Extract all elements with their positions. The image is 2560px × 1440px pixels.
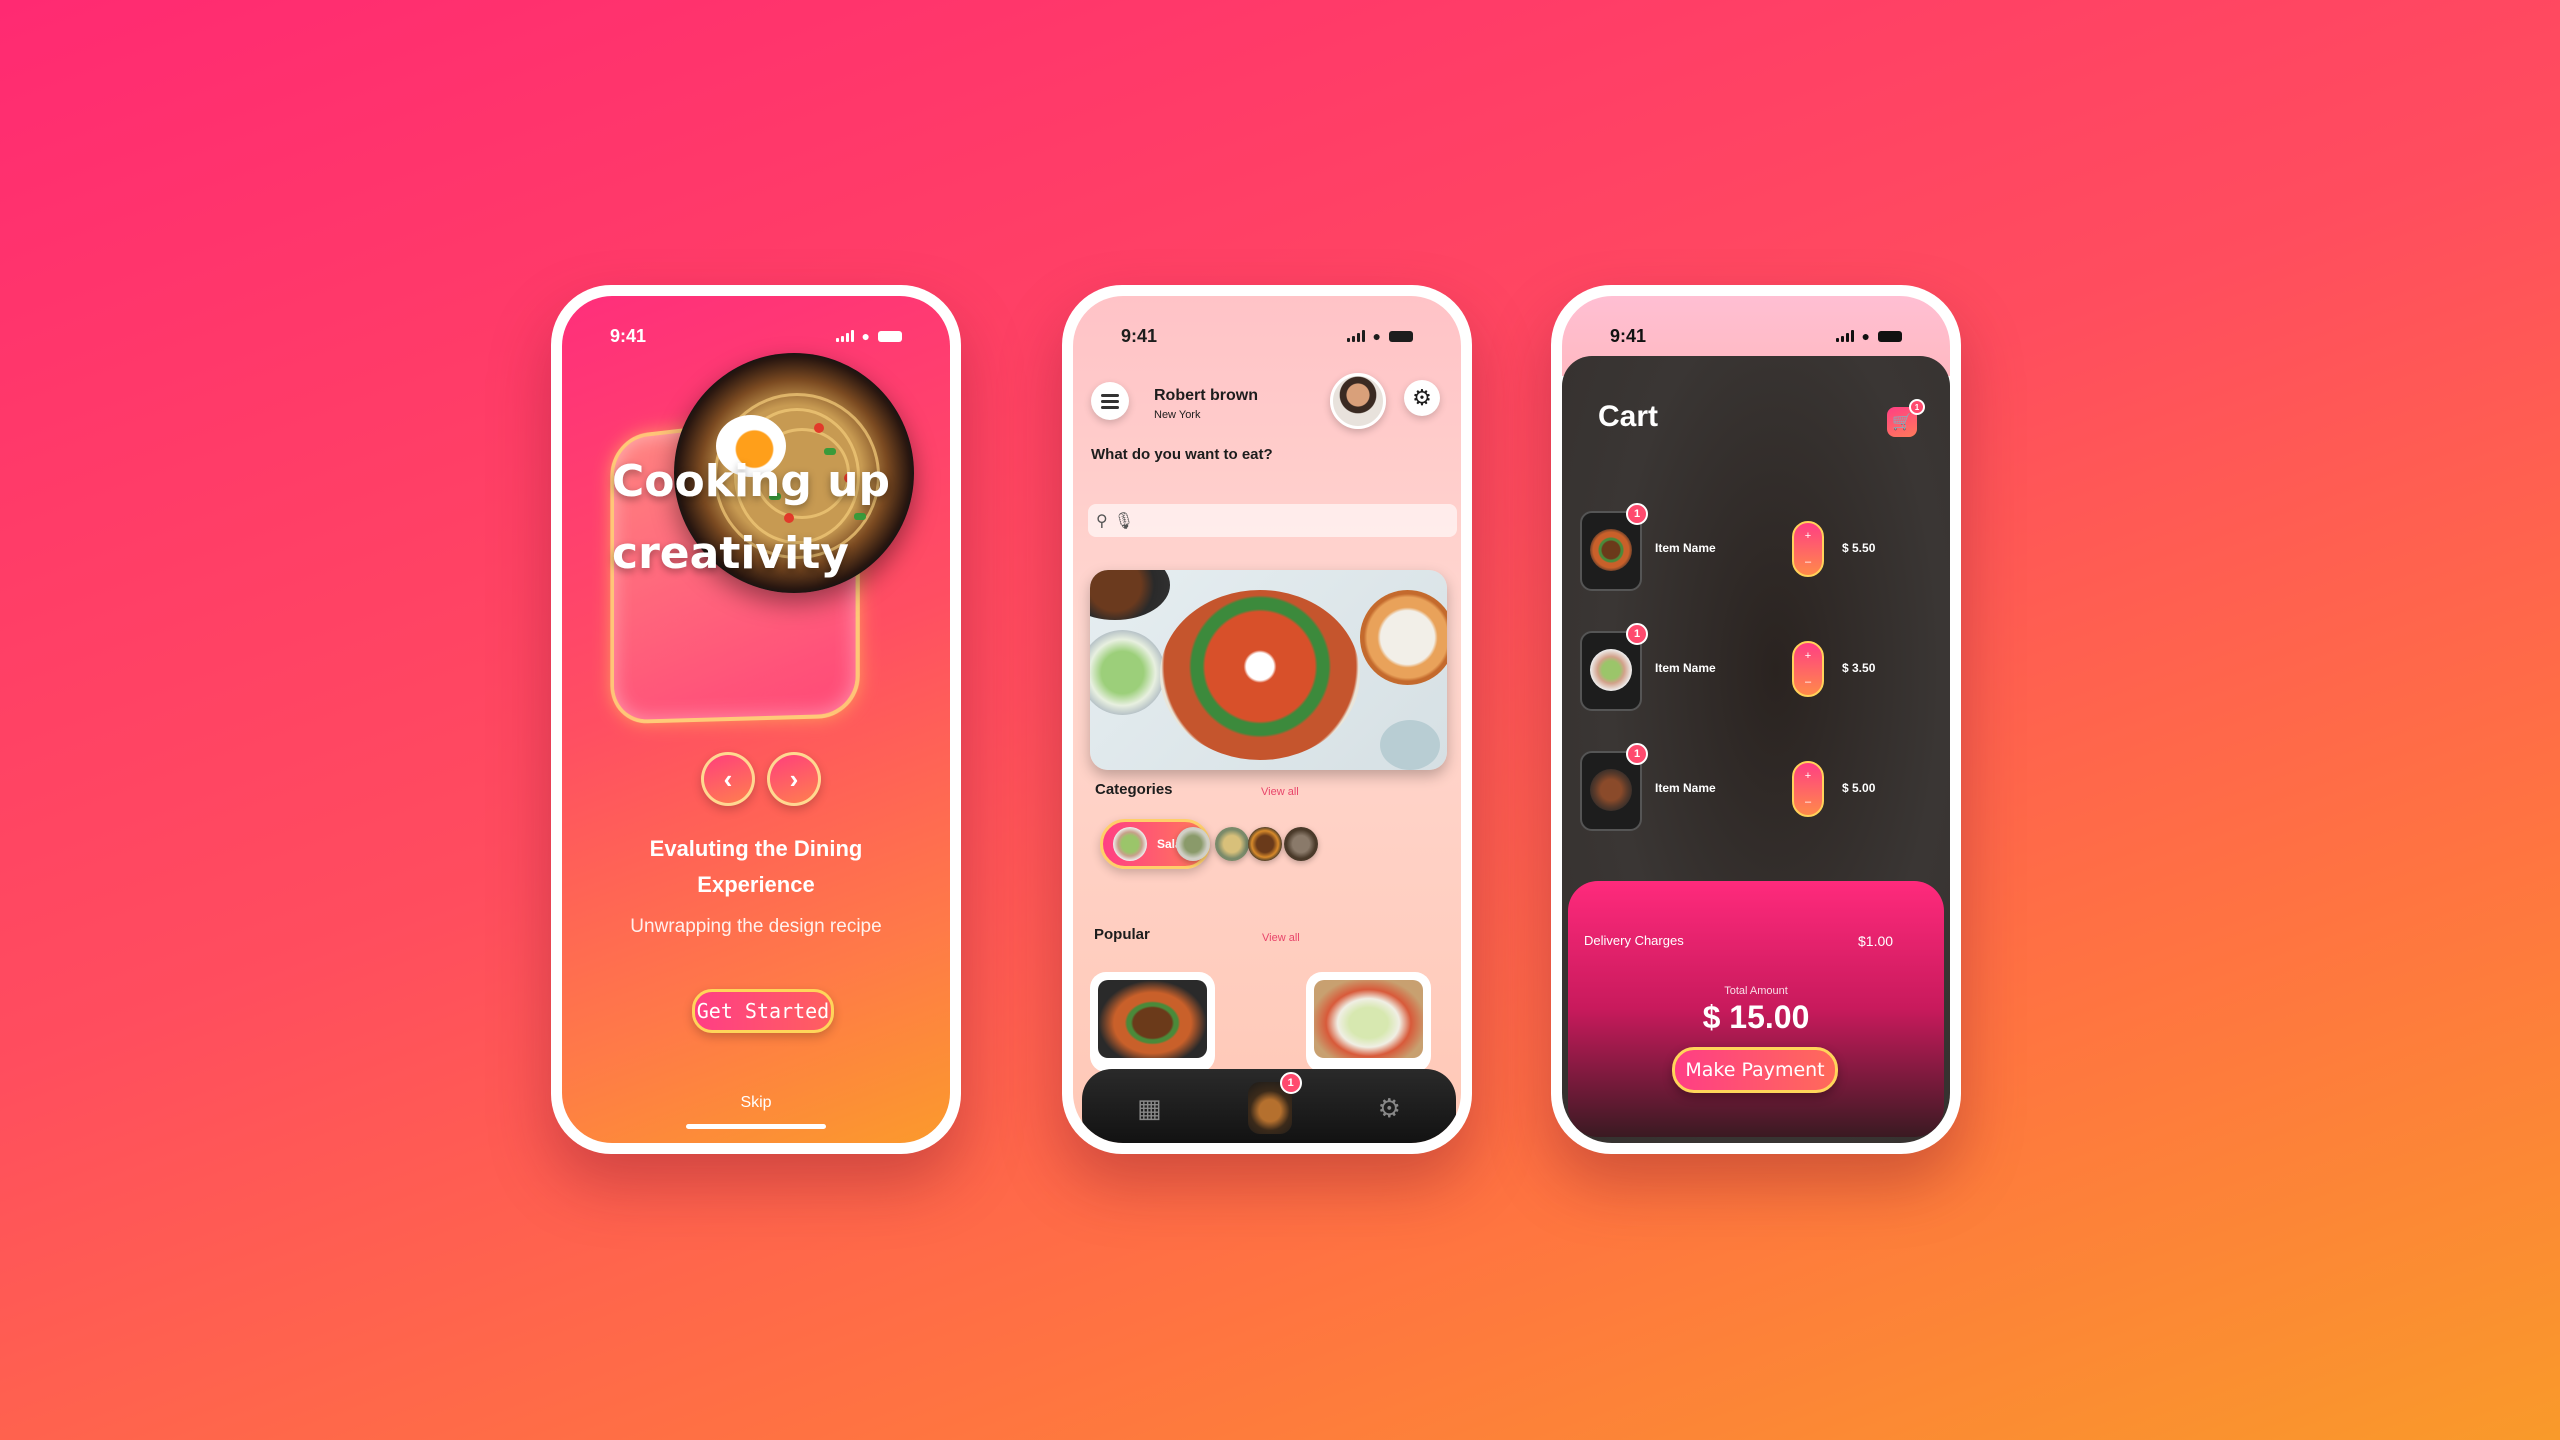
category-item[interactable]	[1176, 827, 1210, 861]
cart-item: 1 Item Name + – $ 5.00	[1580, 751, 1940, 831]
signal-icon	[1347, 330, 1365, 342]
hamburger-icon	[1101, 400, 1119, 403]
cart-icon-button[interactable]: 🛒 1	[1887, 407, 1917, 437]
status-bar: 9:41 ●	[562, 324, 950, 348]
user-name: Robert brown	[1154, 387, 1258, 405]
next-button[interactable]: ›	[767, 752, 821, 806]
checkout-panel: Delivery Charges $1.00 Total Amount $ 15…	[1568, 881, 1944, 1137]
battery-icon	[1878, 331, 1902, 342]
skip-link[interactable]: Skip	[562, 1094, 950, 1112]
get-started-button[interactable]: Get Started	[692, 989, 834, 1033]
cart-title: Cart	[1598, 400, 1658, 434]
home-phone: 9:41 ● Robert brown New York ⚙ What do y…	[1062, 285, 1472, 1154]
previous-button[interactable]: ‹	[701, 752, 755, 806]
gear-icon: ⚙	[1412, 385, 1432, 411]
wifi-icon: ●	[862, 328, 870, 344]
status-bar: 9:41 ●	[1073, 324, 1461, 348]
cart-item: 1 Item Name + – $ 5.50	[1580, 511, 1940, 591]
cart-icon-badge: 1	[1909, 399, 1925, 415]
onboarding-title: Evaluting the Dining Experience	[562, 831, 950, 903]
total-amount-label: Total Amount	[1568, 985, 1944, 997]
plus-icon[interactable]: +	[1805, 770, 1811, 782]
categories-title: Categories	[1095, 781, 1173, 798]
cart-screen: 9:41 ● Cart 🛒 1 1 Item Name + – $ 5.50 1…	[1562, 296, 1950, 1143]
item-quantity-badge: 1	[1626, 623, 1648, 645]
microphone-icon[interactable]: 🎙	[1114, 511, 1134, 531]
minus-icon[interactable]: –	[1805, 796, 1811, 808]
quantity-stepper[interactable]: + –	[1792, 761, 1824, 817]
minus-icon[interactable]: –	[1805, 676, 1811, 688]
total-amount-value: $ 15.00	[1568, 999, 1944, 1036]
category-item[interactable]	[1284, 827, 1318, 861]
burger-image	[1098, 980, 1207, 1058]
settings-button[interactable]: ⚙	[1404, 380, 1440, 416]
popular-view-all-link[interactable]: View all	[1262, 932, 1300, 944]
shopping-cart-icon: 🛒	[1892, 412, 1912, 432]
battery-icon	[1389, 331, 1413, 342]
chevron-left-icon: ‹	[724, 764, 733, 795]
featured-food-image[interactable]	[1090, 570, 1447, 770]
minus-icon[interactable]: –	[1805, 556, 1811, 568]
gear-icon[interactable]: ⚙	[1378, 1093, 1401, 1124]
battery-icon	[878, 331, 902, 342]
avatar[interactable]	[1330, 373, 1386, 429]
chevron-right-icon: ›	[790, 764, 799, 795]
home-indicator	[686, 1124, 826, 1129]
plus-icon[interactable]: +	[1805, 650, 1811, 662]
cart-item: 1 Item Name + – $ 3.50	[1580, 631, 1940, 711]
delivery-charges-label: Delivery Charges	[1584, 933, 1684, 948]
make-payment-button[interactable]: Make Payment	[1672, 1047, 1838, 1093]
search-icon: ⚲	[1096, 511, 1108, 531]
onboarding-subtitle: Unwrapping the design recipe	[562, 916, 950, 938]
category-item[interactable]	[1248, 827, 1282, 861]
cart-item-name: Item Name	[1655, 541, 1716, 555]
cart-item-name: Item Name	[1655, 661, 1716, 675]
prompt-question: What do you want to eat?	[1091, 446, 1273, 463]
status-time: 9:41	[1610, 326, 1646, 347]
search-bar[interactable]: ⚲ 🎙	[1088, 504, 1457, 537]
salad-icon	[1113, 827, 1147, 861]
onboarding-screen: 9:41 ● Cooking up creativity ‹ › Evaluti…	[562, 296, 950, 1143]
quantity-stepper[interactable]: + –	[1792, 521, 1824, 577]
status-bar: 9:41 ●	[1562, 324, 1950, 348]
onboarding-phone: 9:41 ● Cooking up creativity ‹ › Evaluti…	[551, 285, 961, 1154]
plus-icon[interactable]: +	[1805, 530, 1811, 542]
quantity-stepper[interactable]: + –	[1792, 641, 1824, 697]
status-time: 9:41	[610, 326, 646, 347]
menu-button[interactable]	[1091, 382, 1129, 420]
hero-title: Cooking up creativity	[612, 446, 890, 590]
popular-card[interactable]	[1090, 972, 1215, 1072]
cart-tab-button[interactable]: 1	[1248, 1082, 1292, 1134]
home-screen: 9:41 ● Robert brown New York ⚙ What do y…	[1073, 296, 1461, 1143]
wifi-icon: ●	[1862, 328, 1870, 344]
grid-icon[interactable]: ▦	[1137, 1093, 1162, 1124]
user-city: New York	[1154, 409, 1200, 421]
item-quantity-badge: 1	[1626, 743, 1648, 765]
cart-phone: 9:41 ● Cart 🛒 1 1 Item Name + – $ 5.50 1…	[1551, 285, 1961, 1154]
status-time: 9:41	[1121, 326, 1157, 347]
cart-item-price: $ 5.50	[1842, 541, 1875, 555]
delivery-charges-value: $1.00	[1858, 933, 1893, 949]
popular-card[interactable]	[1306, 972, 1431, 1072]
cart-item-price: $ 5.00	[1842, 781, 1875, 795]
wifi-icon: ●	[1373, 328, 1381, 344]
cart-count-badge: 1	[1280, 1072, 1302, 1094]
bottom-tab-bar: ▦ 1 ⚙	[1082, 1069, 1456, 1143]
signal-icon	[1836, 330, 1854, 342]
cart-item-name: Item Name	[1655, 781, 1716, 795]
cart-item-price: $ 3.50	[1842, 661, 1875, 675]
popular-title: Popular	[1094, 926, 1150, 943]
categories-view-all-link[interactable]: View all	[1261, 786, 1299, 798]
signal-icon	[836, 330, 854, 342]
item-quantity-badge: 1	[1626, 503, 1648, 525]
category-item[interactable]	[1215, 827, 1249, 861]
salad-image	[1314, 980, 1423, 1058]
